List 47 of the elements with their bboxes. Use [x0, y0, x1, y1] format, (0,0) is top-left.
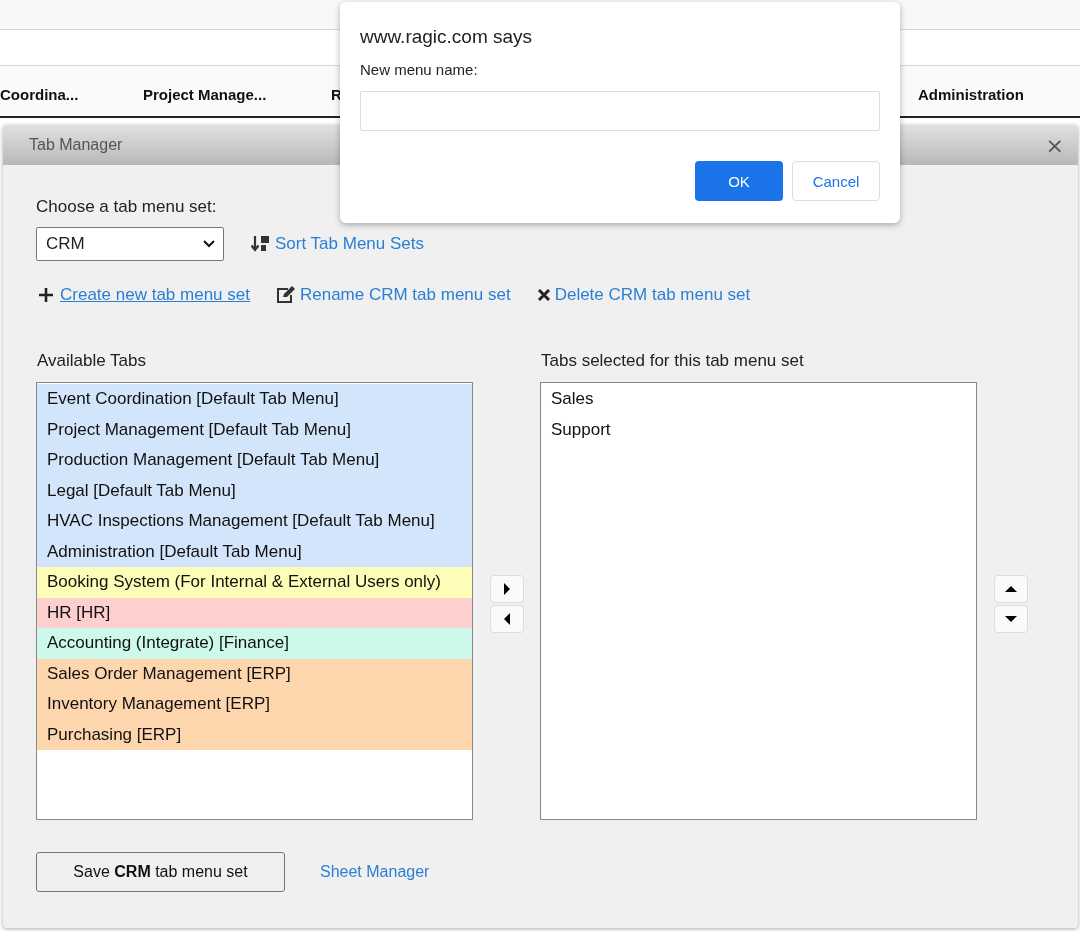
move-up-button[interactable] [994, 574, 1028, 603]
list-item[interactable]: Event Coordination [Default Tab Menu] [37, 384, 472, 415]
list-title: Tabs selected for this tab menu set [541, 351, 805, 371]
sort-link[interactable]: Sort Tab Menu Sets [275, 234, 424, 254]
field-label: Choose a tab menu set: [36, 197, 218, 217]
move-right-button[interactable] [490, 574, 524, 603]
panel-title: Tab Manager [29, 136, 123, 154]
edit-icon [275, 286, 296, 304]
list-item[interactable]: Purchasing [ERP] [37, 719, 472, 750]
input-field[interactable] [360, 91, 880, 131]
list-item[interactable]: Support [541, 414, 976, 445]
left-triangle-icon [503, 612, 511, 625]
save-button[interactable]: Save CRM tab menu set [36, 852, 285, 892]
list-item[interactable]: Project Management [Default Tab Menu] [37, 414, 472, 445]
dialog-label: New menu name: [360, 61, 479, 78]
list-item[interactable]: Legal [Default Tab Menu] [37, 475, 472, 506]
move-down-button[interactable] [994, 604, 1028, 633]
chevron-icon [203, 240, 215, 248]
nav-tab[interactable]: Administration [918, 86, 1024, 103]
nav-tab[interactable]: Coordina... [0, 86, 79, 103]
dialog-title: www.ragic.com says [360, 26, 534, 48]
move-left-button[interactable] [490, 604, 524, 633]
delete-link[interactable]: Delete CRM tab menu set [554, 285, 751, 305]
list-item[interactable]: Inventory Management [ERP] [37, 689, 472, 720]
list-item[interactable]: HR [HR] [37, 597, 472, 628]
list-item[interactable]: Administration [Default Tab Menu] [37, 536, 472, 567]
cancel-button[interactable]: Cancel [792, 161, 880, 201]
list-item[interactable]: Booking System (For Internal & External Users only) [37, 567, 472, 598]
list-title: Available Tabs [37, 351, 147, 371]
list-item[interactable]: Production Management [Default Tab Menu] [37, 445, 472, 476]
list-item[interactable]: Sales Order Management [ERP] [37, 658, 472, 689]
menu-set-dropdown[interactable]: CRM [36, 227, 224, 261]
sort-icon [251, 235, 271, 253]
close-button[interactable]: × [1045, 132, 1064, 158]
list-item[interactable]: HVAC Inspections Management [Default Tab Menu] [37, 506, 472, 537]
list-item[interactable]: Sales [541, 384, 976, 415]
close-icon [536, 288, 551, 302]
sheet-manager-link[interactable]: Sheet Manager [320, 863, 430, 881]
nav-tab[interactable]: Project Manage... [143, 86, 267, 103]
right-triangle-icon [503, 582, 511, 595]
ok-button[interactable]: OK [695, 161, 783, 201]
plus-icon [38, 287, 54, 303]
create-link[interactable]: Create new tab menu set [60, 285, 250, 305]
rename-link[interactable]: Rename CRM tab menu set [299, 285, 511, 305]
down-triangle-icon [1005, 614, 1017, 623]
up-triangle-icon [1005, 584, 1017, 593]
list-item[interactable]: Accounting (Integrate) [Finance] [37, 628, 472, 659]
